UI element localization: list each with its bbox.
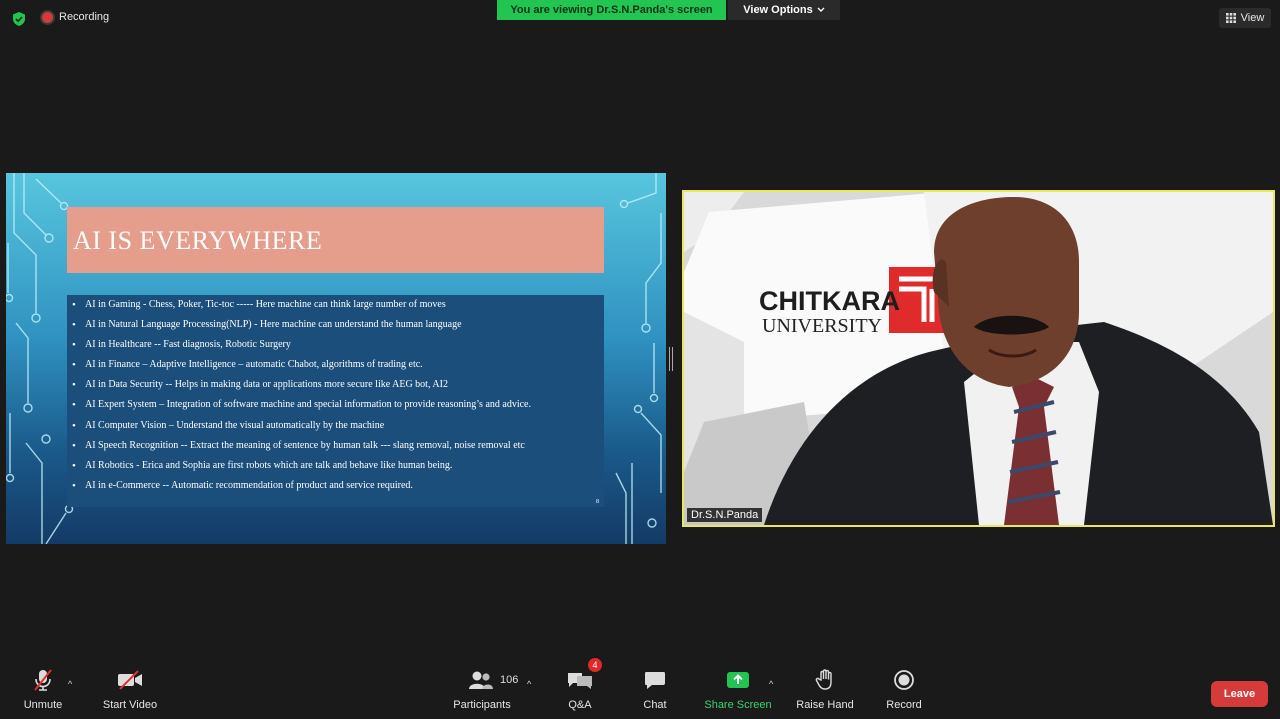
view-button[interactable]: View	[1219, 8, 1271, 28]
qa-icon	[568, 673, 592, 689]
slide-bullet: AI Robotics - Erica and Sophia are first…	[67, 459, 604, 479]
record-label: Record	[886, 699, 922, 711]
slide-bullet: AI in Gaming - Chess, Poker, Tic-toc ---…	[67, 298, 604, 318]
qa-button[interactable]: 4 Q&A	[562, 658, 602, 719]
chat-button[interactable]: Chat	[637, 665, 673, 719]
slide-bullet-panel: AI in Gaming - Chess, Poker, Tic-toc ---…	[67, 295, 604, 507]
share-screen-label: Share Screen	[704, 699, 772, 711]
slide-title-box: AI IS EVERYWHERE	[67, 207, 604, 273]
logo-text-line2: UNIVERSITY	[762, 315, 882, 337]
participant-name-tag: Dr.S.N.Panda	[687, 508, 763, 522]
view-label: View	[1240, 12, 1265, 24]
leave-button[interactable]: Leave	[1211, 681, 1268, 707]
audio-options-caret-icon[interactable]: ^	[68, 679, 72, 689]
chat-label: Chat	[643, 699, 667, 711]
meeting-toolbar: Unmute ^ Start Video 106 Participants ^	[0, 658, 1280, 719]
slide-bullet: AI in Finance – Adaptive Intelligence – …	[67, 358, 604, 378]
qa-label: Q&A	[568, 699, 592, 711]
recording-dot-icon	[42, 11, 53, 23]
share-options-caret-icon[interactable]: ^	[769, 679, 773, 689]
slide-bullet: AI in e-Commerce -- Automatic recommenda…	[67, 479, 604, 499]
slide-bullet: AI in Healthcare -- Fast diagnosis, Robo…	[67, 338, 604, 358]
logo-text-line1: CHITKARA	[759, 286, 900, 316]
slide-bullet-list: AI in Gaming - Chess, Poker, Tic-toc ---…	[67, 295, 604, 499]
slide-page-number: 8	[596, 499, 599, 505]
slide-bullet: AI Speech Recognition -- Extract the mea…	[67, 439, 604, 459]
view-options-label: View Options	[743, 4, 813, 16]
participants-button[interactable]: 106 Participants	[450, 665, 518, 719]
start-video-button[interactable]: Start Video	[100, 665, 160, 719]
recording-indicator[interactable]: Recording	[42, 11, 109, 23]
participants-icon	[469, 671, 493, 689]
grid-icon	[1225, 13, 1236, 23]
slide-bullet: AI in Data Security -- Helps in making d…	[67, 378, 604, 398]
speaker-video-frame: CHITKARA UNIVERSITY	[684, 192, 1273, 525]
view-options-button[interactable]: View Options	[728, 0, 840, 20]
muted-microphone-icon	[34, 669, 52, 691]
slide-title: AI IS EVERYWHERE	[73, 226, 323, 255]
start-video-label: Start Video	[102, 699, 158, 711]
participants-count: 106	[500, 674, 519, 686]
raise-hand-label: Raise Hand	[796, 699, 854, 711]
slide-bullet: AI in Natural Language Processing(NLP) -…	[67, 318, 604, 338]
raise-hand-icon	[815, 669, 832, 690]
split-view-handle[interactable]	[669, 347, 673, 371]
viewing-screen-banner: You are viewing Dr.S.N.Panda's screen	[497, 0, 726, 20]
share-screen-icon	[727, 672, 749, 688]
qa-badge: 4	[588, 658, 602, 672]
participants-label: Participants	[453, 699, 511, 711]
security-shield-icon[interactable]	[11, 11, 27, 27]
recording-label: Recording	[59, 11, 110, 23]
top-bar: Recording You are viewing Dr.S.N.Panda's…	[0, 0, 1280, 38]
record-button[interactable]: Record	[884, 665, 924, 719]
record-icon	[894, 670, 914, 690]
share-screen-button[interactable]: Share Screen	[703, 665, 773, 719]
slide-bullet: AI Expert System – Integration of softwa…	[67, 398, 604, 418]
active-speaker-video[interactable]: CHITKARA UNIVERSITY Dr.S.N.Panda	[682, 190, 1275, 527]
raise-hand-button[interactable]: Raise Hand	[795, 665, 855, 719]
participants-caret-icon[interactable]: ^	[527, 679, 531, 689]
unmute-button[interactable]: Unmute	[22, 665, 64, 719]
shared-screen-slide: AI IS EVERYWHERE AI in Gaming - Chess, P…	[6, 173, 666, 544]
unmute-label: Unmute	[23, 699, 63, 711]
video-off-icon	[118, 670, 142, 690]
chevron-down-icon	[817, 7, 825, 12]
chat-icon	[645, 672, 665, 689]
slide-bullet: AI Computer Vision – Understand the visu…	[67, 419, 604, 439]
